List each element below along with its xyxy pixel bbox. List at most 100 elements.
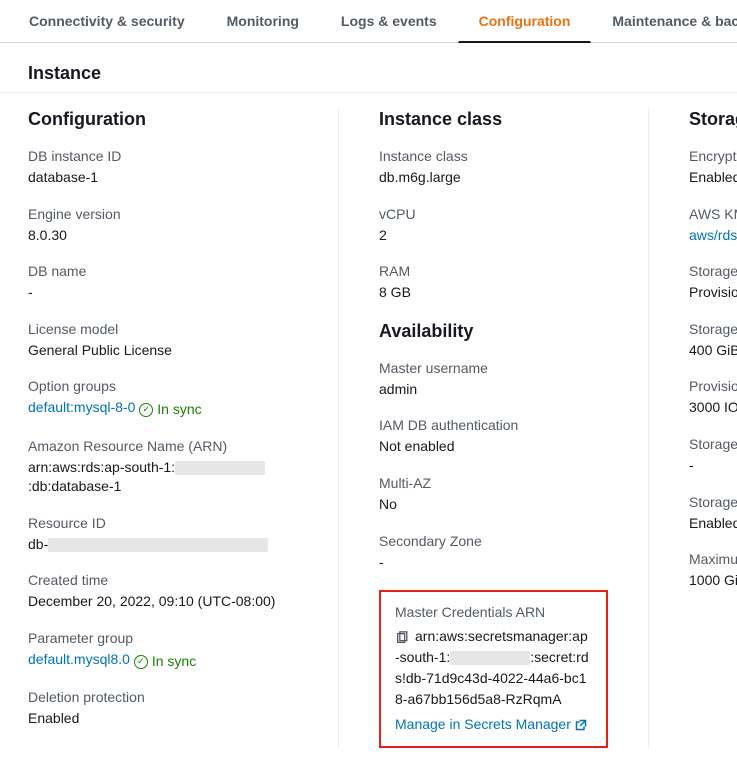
storage-type-value: Provisioned <box>689 283 737 303</box>
redacted-account <box>175 461 265 475</box>
content-columns: Configuration DB instance ID database-1 … <box>0 93 737 772</box>
vcpu-field: vCPU 2 <box>379 206 608 246</box>
kms-key-link[interactable]: aws/rds <box>689 227 737 243</box>
tab-logs[interactable]: Logs & events <box>320 0 458 43</box>
provisioned-iops-field: Provisioned 3000 IOPS <box>689 378 737 418</box>
master-username-label: Master username <box>379 360 608 376</box>
storage-throughput-label: Storage thr <box>689 436 737 452</box>
ram-value: 8 GB <box>379 283 608 303</box>
multi-az-value: No <box>379 495 608 515</box>
resource-id-field: Resource ID db- <box>28 515 298 555</box>
instance-class-column: Instance class Instance class db.m6g.lar… <box>338 109 648 748</box>
instance-class-field: Instance class db.m6g.large <box>379 148 608 188</box>
instance-title: Instance <box>28 63 709 84</box>
availability-title: Availability <box>379 321 608 342</box>
deletion-protection-label: Deletion protection <box>28 689 298 705</box>
instance-class-label: Instance class <box>379 148 608 164</box>
tab-maintenance[interactable]: Maintenance & backups <box>591 0 737 43</box>
provisioned-iops-label: Provisioned <box>689 378 737 394</box>
storage-type-label: Storage typ <box>689 263 737 279</box>
storage-field: Storage 400 GiB <box>689 321 737 361</box>
ram-label: RAM <box>379 263 608 279</box>
option-groups-link[interactable]: default:mysql-8-0 <box>28 399 135 415</box>
created-time-label: Created time <box>28 572 298 588</box>
tab-connectivity[interactable]: Connectivity & security <box>8 0 206 43</box>
deletion-protection-value: Enabled <box>28 709 298 729</box>
master-username-value: admin <box>379 380 608 400</box>
storage-column: Storage Encryption Enabled AWS KMS k aws… <box>648 109 737 748</box>
resource-id-label: Resource ID <box>28 515 298 531</box>
engine-version-value: 8.0.30 <box>28 226 298 246</box>
option-groups-sync: ✓ In sync <box>139 400 201 420</box>
redacted-resource-id <box>48 538 268 552</box>
check-circle-icon: ✓ <box>139 403 153 417</box>
db-instance-id-label: DB instance ID <box>28 148 298 164</box>
option-groups-field: Option groups default:mysql-8-0 ✓ In syn… <box>28 378 298 419</box>
parameter-group-sync: ✓ In sync <box>134 652 196 672</box>
db-name-field: DB name - <box>28 263 298 303</box>
license-model-value: General Public License <box>28 341 298 361</box>
tab-bar: Connectivity & security Monitoring Logs … <box>0 0 737 43</box>
parameter-group-sync-text: In sync <box>152 652 196 672</box>
created-time-field: Created time December 20, 2022, 09:10 (U… <box>28 572 298 612</box>
license-model-field: License model General Public License <box>28 321 298 361</box>
instance-class-title: Instance class <box>379 109 608 130</box>
parameter-group-label: Parameter group <box>28 630 298 646</box>
ram-field: RAM 8 GB <box>379 263 608 303</box>
parameter-group-link[interactable]: default.mysql8.0 <box>28 651 130 667</box>
option-groups-sync-text: In sync <box>157 400 201 420</box>
storage-autoscaling-field: Storage aut Enabled <box>689 494 737 534</box>
storage-throughput-value: - <box>689 456 737 476</box>
storage-autoscaling-label: Storage aut <box>689 494 737 510</box>
master-username-field: Master username admin <box>379 360 608 400</box>
storage-title: Storage <box>689 109 737 130</box>
config-title: Configuration <box>28 109 298 130</box>
storage-type-field: Storage typ Provisioned <box>689 263 737 303</box>
iam-auth-value: Not enabled <box>379 437 608 457</box>
encryption-value: Enabled <box>689 168 737 188</box>
kms-key-label: AWS KMS k <box>689 206 737 222</box>
max-storage-value: 1000 GiB <box>689 571 737 591</box>
storage-label: Storage <box>689 321 737 337</box>
kms-key-field: AWS KMS k aws/rds <box>689 206 737 246</box>
vcpu-value: 2 <box>379 226 608 246</box>
master-credentials-box: Master Credentials ARN arn:aws:secretsma… <box>379 590 608 748</box>
iam-auth-label: IAM DB authentication <box>379 417 608 433</box>
configuration-column: Configuration DB instance ID database-1 … <box>28 109 338 748</box>
manage-secrets-link[interactable]: Manage in Secrets Manager <box>395 716 571 732</box>
instance-section: Instance <box>0 43 737 93</box>
db-instance-id-value: database-1 <box>28 168 298 188</box>
secondary-zone-field: Secondary Zone - <box>379 533 608 573</box>
iam-auth-field: IAM DB authentication Not enabled <box>379 417 608 457</box>
arn-label: Amazon Resource Name (ARN) <box>28 438 298 454</box>
db-name-label: DB name <box>28 263 298 279</box>
encryption-label: Encryption <box>689 148 737 164</box>
provisioned-iops-value: 3000 IOPS <box>689 398 737 418</box>
storage-value: 400 GiB <box>689 341 737 361</box>
created-time-value: December 20, 2022, 09:10 (UTC-08:00) <box>28 592 298 612</box>
storage-throughput-field: Storage thr - <box>689 436 737 476</box>
arn-value: arn:aws:rds:ap-south-1::db:database-1 <box>28 458 298 497</box>
max-storage-label: Maximum s <box>689 551 737 567</box>
tab-monitoring[interactable]: Monitoring <box>206 0 320 43</box>
license-model-label: License model <box>28 321 298 337</box>
arn-field: Amazon Resource Name (ARN) arn:aws:rds:a… <box>28 438 298 497</box>
secondary-zone-label: Secondary Zone <box>379 533 608 549</box>
tab-configuration[interactable]: Configuration <box>458 0 592 43</box>
storage-autoscaling-value: Enabled <box>689 514 737 534</box>
vcpu-label: vCPU <box>379 206 608 222</box>
max-storage-field: Maximum s 1000 GiB <box>689 551 737 591</box>
master-credentials-value: arn:aws:secretsmanager:ap-south-1::secre… <box>395 626 592 710</box>
option-groups-label: Option groups <box>28 378 298 394</box>
resource-id-value: db- <box>28 535 298 555</box>
instance-class-value: db.m6g.large <box>379 168 608 188</box>
engine-version-field: Engine version 8.0.30 <box>28 206 298 246</box>
engine-version-label: Engine version <box>28 206 298 222</box>
encryption-field: Encryption Enabled <box>689 148 737 188</box>
master-credentials-label: Master Credentials ARN <box>395 604 592 620</box>
check-circle-icon: ✓ <box>134 655 148 669</box>
copy-icon[interactable] <box>395 630 409 644</box>
redacted-account <box>450 651 530 665</box>
secondary-zone-value: - <box>379 553 608 573</box>
multi-az-label: Multi-AZ <box>379 475 608 491</box>
